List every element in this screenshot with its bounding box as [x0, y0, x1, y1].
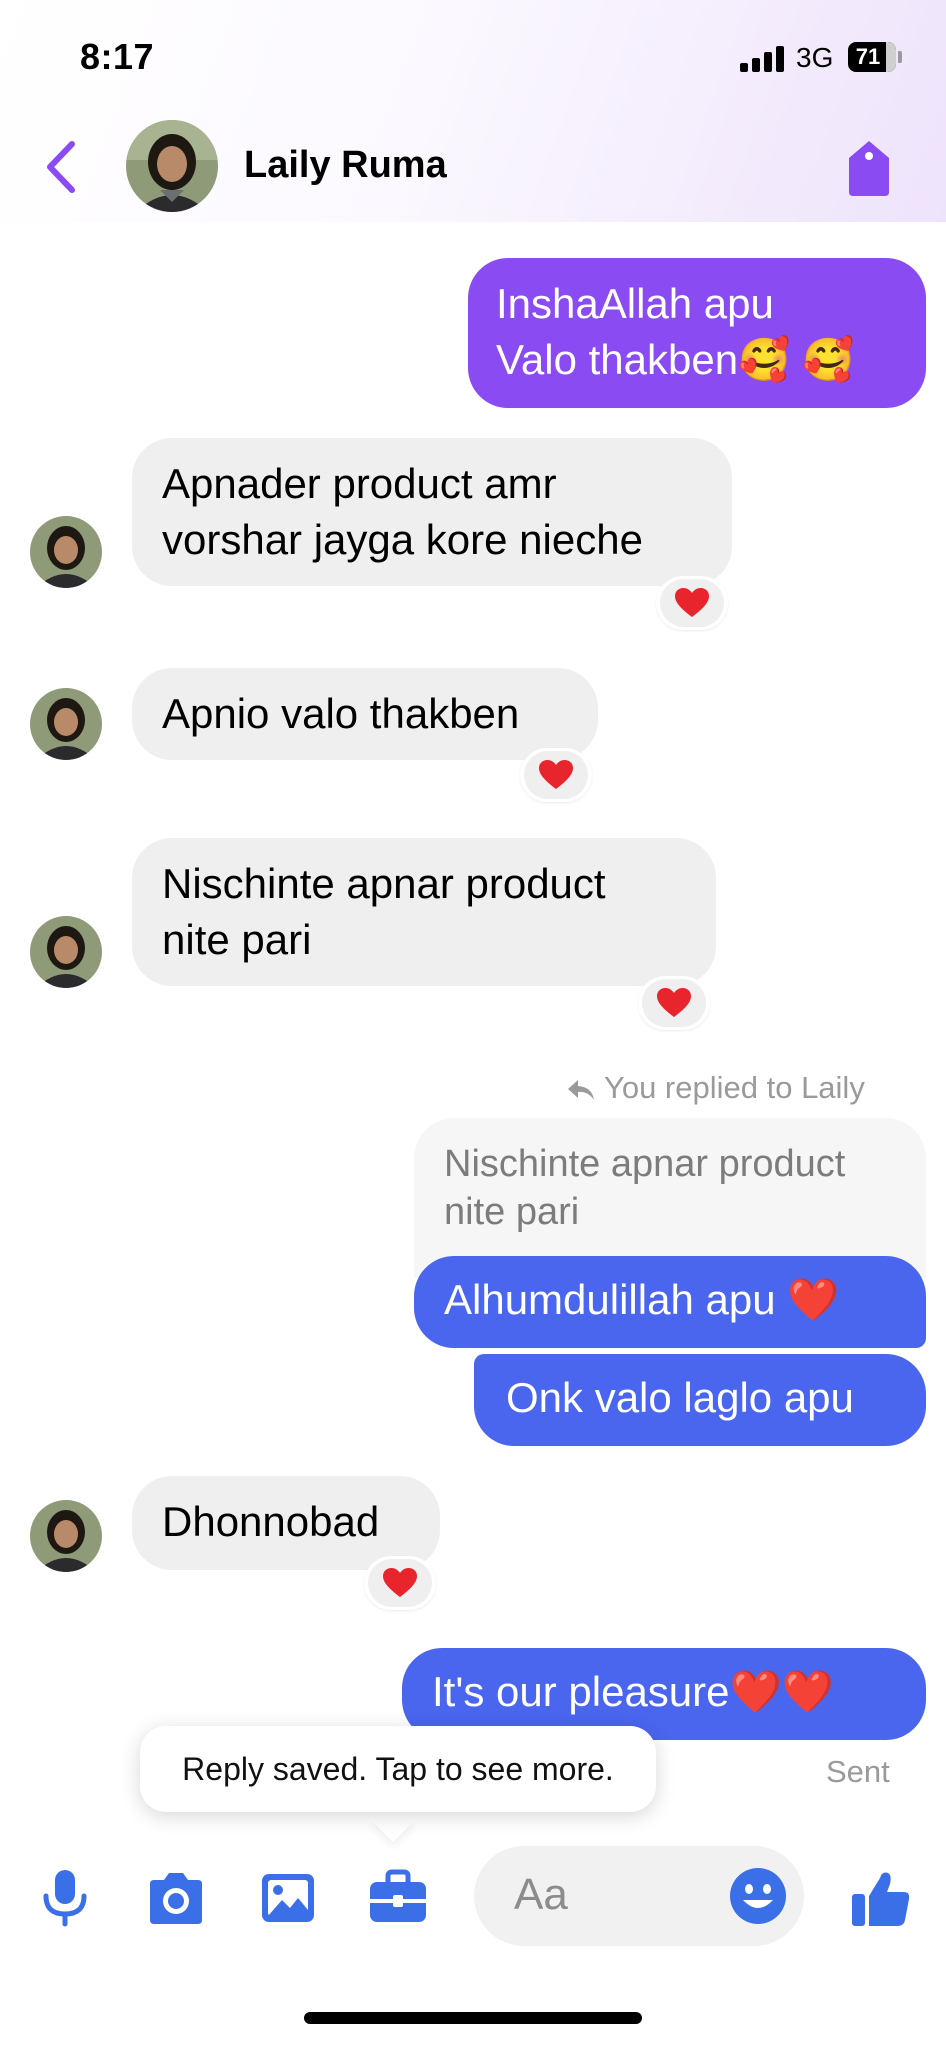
message-bubble-outgoing[interactable]: Onk valo laglo apu: [474, 1354, 926, 1446]
heart-icon: [657, 988, 691, 1017]
signal-icon: [740, 46, 786, 72]
message-line: Alhumdulillah apu ❤️: [444, 1276, 840, 1323]
message-line: Dhonnobad: [162, 1498, 380, 1545]
contact-avatar-small[interactable]: [30, 916, 102, 988]
gallery-icon[interactable]: [258, 1868, 318, 1928]
message-line: InshaAllah apu: [496, 280, 774, 327]
message-line: Nischinte apnar product: [162, 860, 606, 907]
thumbs-up-icon[interactable]: [850, 1868, 912, 1928]
message-line: nite pari: [162, 916, 312, 963]
chevron-left-icon[interactable]: [40, 138, 84, 196]
heart-icon: [383, 1568, 417, 1597]
heart-reaction[interactable]: [638, 976, 710, 1030]
message-input-placeholder: Aa: [514, 1870, 568, 1919]
message-input[interactable]: Aa: [474, 1846, 804, 1946]
message-line: Apnader product amr: [162, 460, 557, 507]
message-line: vorshar jayga kore nieche: [162, 516, 643, 563]
heart-icon: [675, 588, 709, 617]
camera-icon[interactable]: [144, 1868, 208, 1928]
contact-avatar[interactable]: [126, 120, 218, 212]
battery-tip: [898, 51, 902, 63]
contact-avatar-small[interactable]: [30, 688, 102, 760]
message-bubble-incoming[interactable]: Nischinte apnar product nite pari: [132, 838, 716, 986]
message-line: Valo thakben🥰 🥰: [496, 336, 855, 383]
reply-indicator: You replied to Laily: [566, 1070, 865, 1106]
battery-icon: 71: [848, 42, 896, 72]
message-bubble-incoming[interactable]: Apnader product amr vorshar jayga kore n…: [132, 438, 732, 586]
message-bubble-outgoing[interactable]: Alhumdulillah apu ❤️: [414, 1256, 926, 1348]
briefcase-icon[interactable]: [366, 1868, 430, 1928]
heart-reaction[interactable]: [364, 1556, 436, 1610]
network-label: 3G: [796, 42, 834, 73]
heart-reaction[interactable]: [520, 748, 592, 802]
heart-reaction[interactable]: [656, 576, 728, 630]
status-time: 8:17: [80, 36, 155, 77]
contact-name[interactable]: Laily Ruma: [244, 144, 447, 187]
home-indicator: [304, 2012, 642, 2024]
reply-note-text: You replied to Laily: [604, 1070, 865, 1105]
message-line: Apnio valo thakben: [162, 690, 520, 737]
reply-saved-tooltip[interactable]: Reply saved. Tap to see more.: [140, 1726, 656, 1812]
microphone-icon[interactable]: [40, 1868, 90, 1928]
battery-level: 71: [855, 44, 881, 69]
message-line: Onk valo laglo apu: [506, 1374, 854, 1421]
quoted-message[interactable]: Nischinte apnar product nite pari: [414, 1118, 926, 1278]
message-bubble-incoming[interactable]: Apnio valo thakben: [132, 668, 598, 760]
reply-arrow-icon: [568, 1079, 594, 1100]
message-bubble-outgoing[interactable]: InshaAllah apu Valo thakben🥰 🥰: [468, 258, 926, 408]
message-line: It's our pleasure❤️❤️: [432, 1668, 835, 1715]
message-status: Sent: [826, 1754, 890, 1789]
emoji-icon[interactable]: [728, 1866, 788, 1926]
heart-icon: [539, 760, 573, 789]
contact-avatar-small[interactable]: [30, 1500, 102, 1572]
tag-icon[interactable]: [846, 138, 892, 198]
contact-avatar-small[interactable]: [30, 516, 102, 588]
